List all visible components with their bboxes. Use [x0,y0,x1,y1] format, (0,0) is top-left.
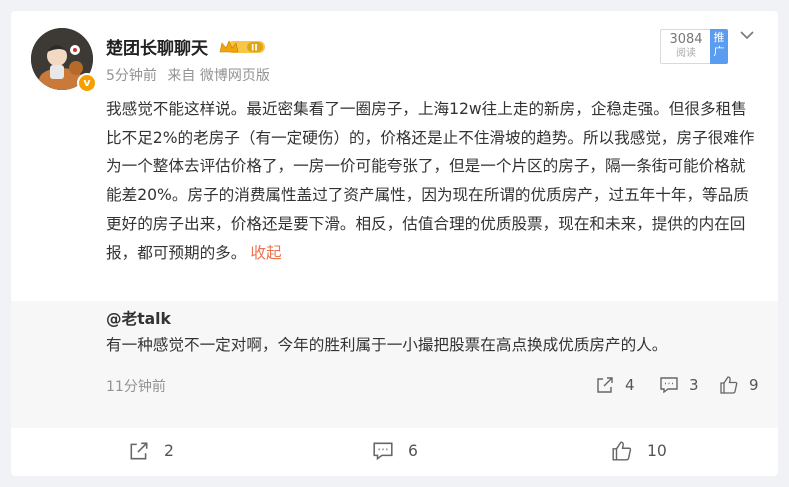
comment-icon [373,442,393,461]
comment-button[interactable]: 6 [372,439,418,463]
repost-comment-count: 3 [689,376,699,394]
read-label: 阅读 [676,48,696,59]
repost-comment-button[interactable]: 3 [659,374,699,396]
share-icon [130,442,148,460]
verified-badge-icon: v [77,73,97,93]
post-content: 我感觉不能这样说。最近密集看了一圈房子，上海12w往上走的新房，企稳走强。但很多… [106,95,756,267]
username[interactable]: 楚团长聊聊天 [106,34,208,59]
read-count-box: 3084 阅读 [660,29,711,64]
like-count: 10 [647,442,667,460]
repost-like-button[interactable]: 9 [719,374,759,396]
post-source: 来自 微博网页版 [167,68,270,84]
crown-level-icon: II [219,40,265,54]
repost-share-count: 4 [625,376,635,394]
repost-time[interactable]: 11分钟前 [106,376,166,396]
like-icon [612,441,632,461]
repost-section: @老talk 有一种感觉不一定对啊，今年的胜利属于一小撮把股票在高点换成优质房产… [11,301,778,428]
share-button[interactable]: 2 [128,439,174,463]
like-button[interactable]: 10 [611,439,667,463]
post-text: 我感觉不能这样说。最近密集看了一圈房子，上海12w往上走的新房，企稳走强。但很多… [106,100,755,262]
repost-text: 有一种感觉不一定对啊，今年的胜利属于一小撮把股票在高点换成优质房产的人。 [106,336,668,354]
repost-like-count: 9 [749,376,759,394]
like-icon [720,376,738,394]
post-time[interactable]: 5分钟前 [106,68,157,84]
post-meta: 5分钟前 来自 微博网页版 [106,65,276,85]
weibo-post-card: v 楚团长聊聊天 II 5分钟前 来自 微博网页版 3084 阅读 推广 我感觉… [11,11,778,476]
collapse-link[interactable]: 收起 [246,244,281,262]
promote-button[interactable]: 推广 [710,29,728,64]
comment-icon [660,377,678,394]
share-count: 2 [164,442,174,460]
repost-user[interactable]: @老talk [106,307,171,329]
read-count: 3084 [669,32,703,47]
share-icon [597,377,613,393]
repost-share-button[interactable]: 4 [595,374,635,396]
chevron-down-icon[interactable] [739,29,755,41]
svg-text:II: II [251,44,258,54]
comment-count: 6 [408,442,418,460]
